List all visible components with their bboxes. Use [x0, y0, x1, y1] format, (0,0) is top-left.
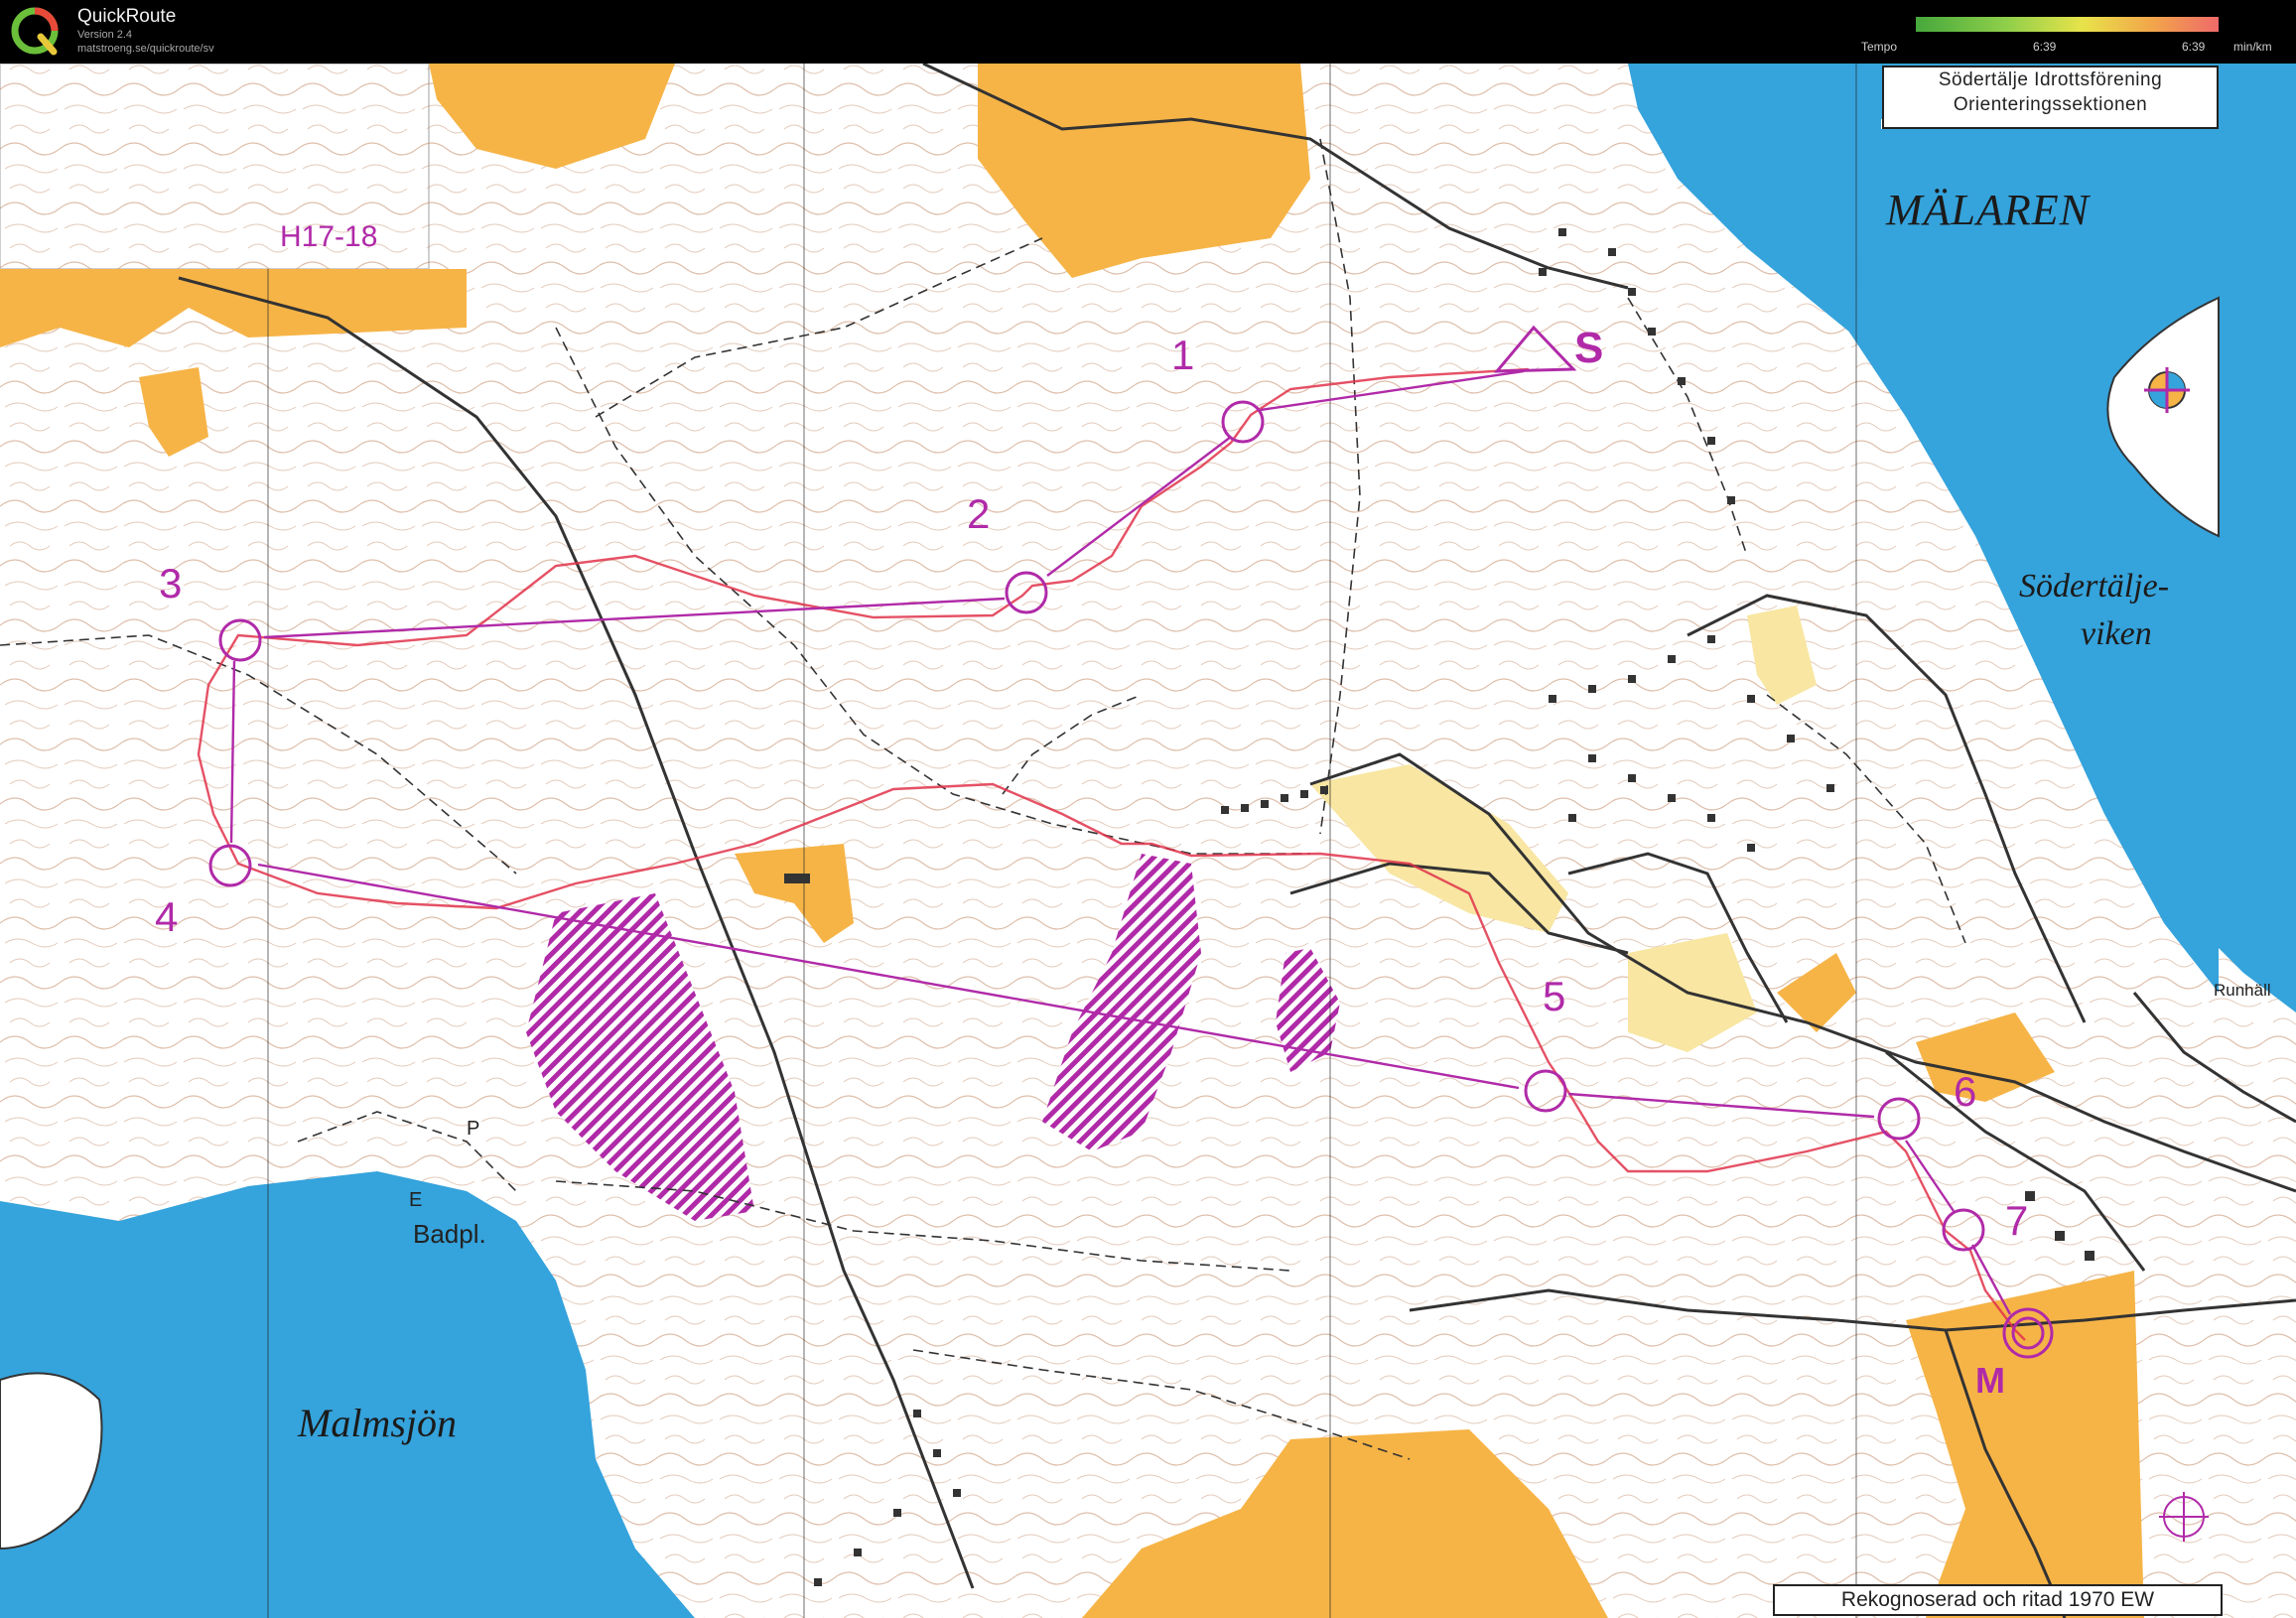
app-title: QuickRoute: [77, 6, 177, 27]
control-number-4: 4: [155, 893, 179, 940]
place-name-runhall: Runhäll: [2214, 981, 2271, 1000]
map-graphics: [0, 64, 2296, 1618]
finish-label: M: [1975, 1360, 2005, 1401]
map-letter-p: P: [467, 1118, 480, 1140]
club-line-1: Södertälje Idrottsförening: [1938, 69, 2163, 90]
club-line-2: Orienteringssektionen: [1953, 94, 2148, 115]
control-number-7: 7: [2005, 1197, 2029, 1244]
control-number-2: 2: [967, 490, 991, 537]
app-header: QuickRoute Version 2.4 matstroeng.se/qui…: [0, 0, 2296, 64]
control-number-3: 3: [159, 560, 183, 607]
map-letter-e: E: [409, 1189, 423, 1211]
place-name-malmsjon: Malmsjön: [298, 1401, 457, 1445]
map-credit: Rekognoserad och ritad 1970 EW: [1773, 1584, 2223, 1616]
tempo-value-right: 6:39: [2182, 40, 2206, 54]
place-name-badpl: Badpl.: [413, 1219, 486, 1249]
quickroute-logo-icon: [11, 7, 59, 56]
club-label-box: Södertälje Idrottsförening Orienteringss…: [1882, 66, 2219, 129]
place-name-sodertalje-viken-1: Södertälje-: [2019, 568, 2170, 605]
tempo-gradient-bar: [1916, 17, 2219, 32]
place-name-malaren: MÄLAREN: [1886, 186, 2090, 234]
control-number-5: 5: [1543, 973, 1566, 1019]
app-version: Version 2.4: [77, 29, 133, 41]
control-number-1: 1: [1171, 332, 1195, 378]
tempo-label: Tempo: [1861, 40, 1898, 54]
place-name-sodertalje-viken-2: viken: [2081, 615, 2152, 652]
tempo-unit: min/km: [2233, 40, 2272, 54]
tempo-value-mid: 6:39: [2033, 40, 2057, 54]
start-label: S: [1574, 324, 1604, 372]
course-name: H17-18: [280, 220, 378, 253]
control-number-6: 6: [1954, 1068, 1977, 1115]
orienteering-map[interactable]: H17-18 Södertälje Idrottsförening Orient…: [0, 64, 2296, 1618]
app-url[interactable]: matstroeng.se/quickroute/sv: [77, 43, 214, 55]
